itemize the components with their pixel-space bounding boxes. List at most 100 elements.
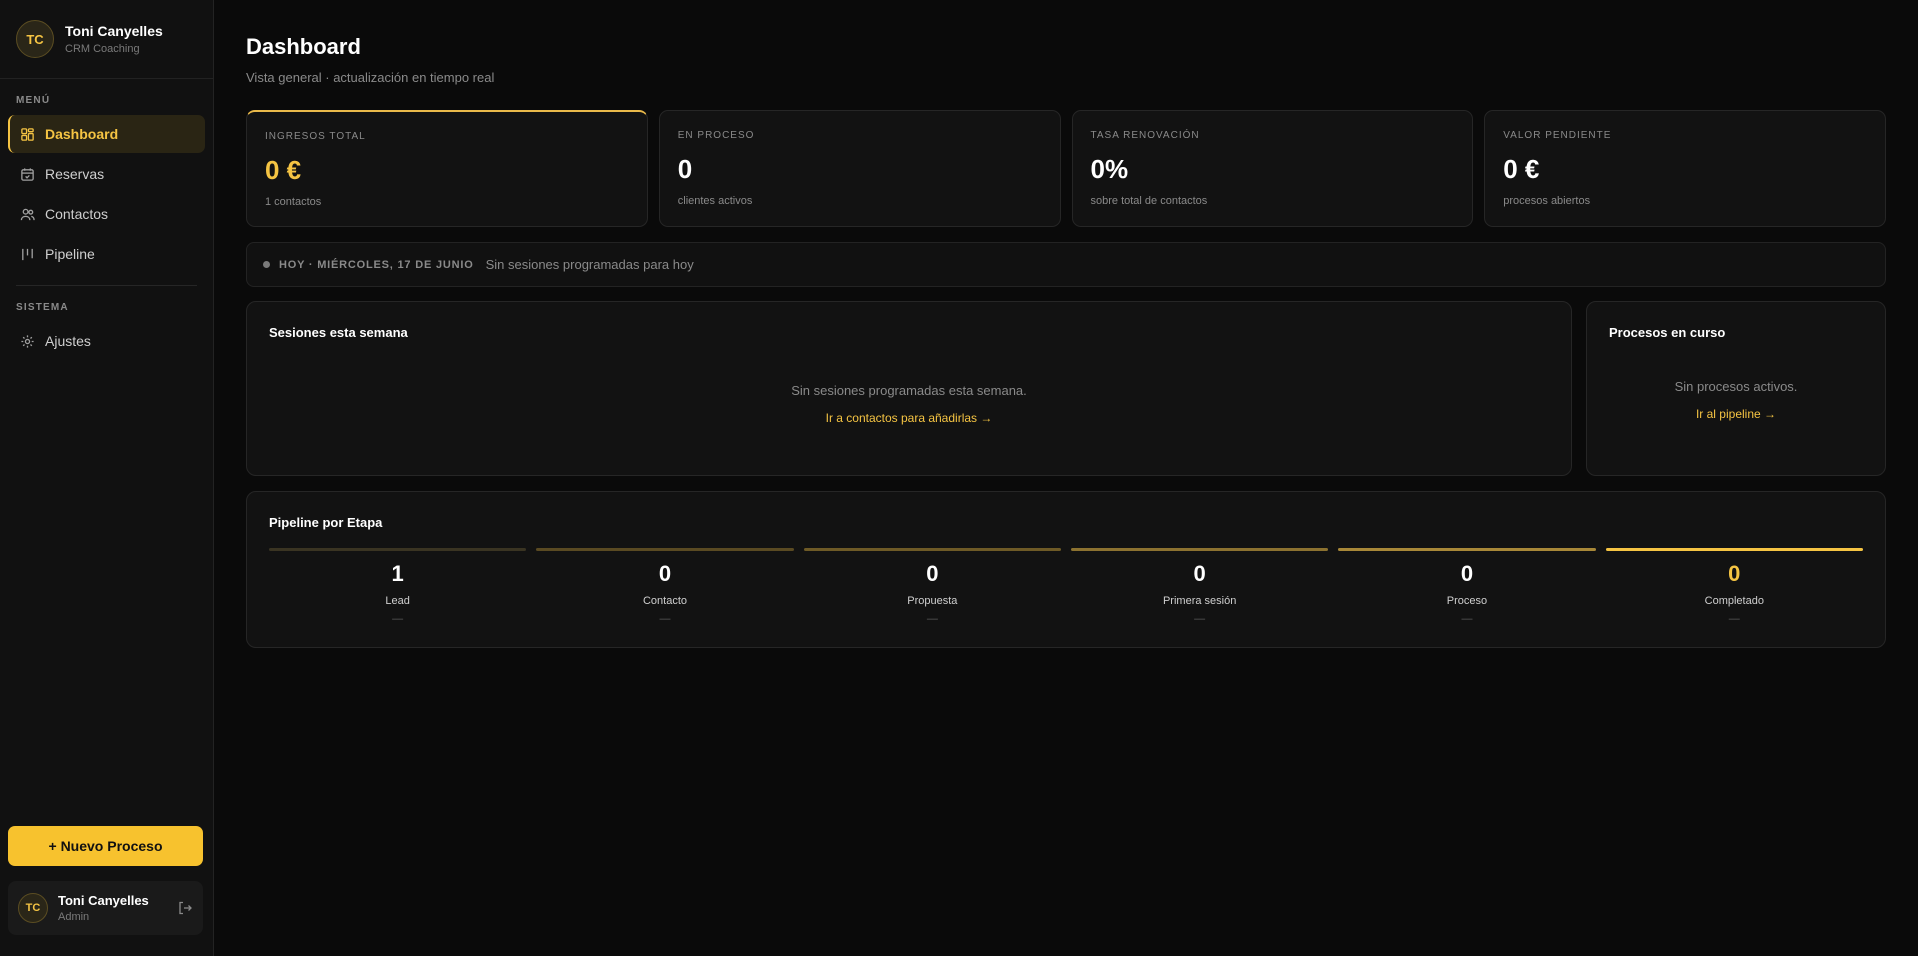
stage-count: 0 [1460,561,1474,586]
stage-extra: — [1461,613,1473,625]
stat-card-en-proceso: EN PROCESO 0 clientes activos [658,110,1061,227]
pipeline-stage[interactable]: 1 Lead — [269,548,527,625]
sessions-empty-state: Sin sesiones programadas esta semana. Ir… [247,383,1571,425]
stat-value: 0 [677,154,693,184]
stat-sub: procesos abiertos [1503,195,1591,207]
stat-label: VALOR PENDIENTE [1503,130,1612,141]
stat-value: 0 € [265,155,302,185]
panel-title: Procesos en curso [1609,325,1726,340]
go-to-contacts-link[interactable]: Ir a contactos para añadirlas → [247,411,1571,425]
users-icon [20,207,35,222]
stat-sub: 1 contactos [265,196,322,208]
gear-icon [20,334,35,349]
stat-label: INGRESOS TOTAL [265,131,366,142]
stage-count: 0 [926,561,939,586]
brand-avatar: TC [16,20,54,58]
stage-name: Completado [1704,595,1764,607]
sidebar-item-pipeline[interactable]: Pipeline [8,235,205,273]
today-label: HOY · MIÉRCOLES, 17 DE JUNIO [279,258,474,271]
empty-text: Sin procesos activos. [1674,379,1798,394]
panel-title: Sesiones esta semana [269,325,408,340]
stat-sub: clientes activos [677,195,753,207]
page-subtitle: Vista general · actualización en tiempo … [246,70,495,85]
grid-icon [20,127,35,142]
stage-bar [803,548,1061,551]
stage-count: 1 [391,561,404,586]
sidebar-item-label: Reservas [45,166,105,182]
pipeline-stage[interactable]: 0 Propuesta — [803,548,1061,625]
stat-card-tasa-renovacion: TASA RENOVACIÓN 0% sobre total de contac… [1071,110,1474,227]
sidebar-item-contactos[interactable]: Contactos [8,195,205,233]
stage-extra: — [1728,613,1740,625]
user-name: Toni Canyelles [58,893,149,908]
stage-extra: — [1194,613,1206,625]
sidebar-divider [16,285,197,286]
stat-value: 0 € [1503,154,1540,184]
panels-row: Sesiones esta semana Sin sesiones progra… [246,301,1886,476]
today-text: Sin sesiones programadas para hoy [485,257,694,272]
pipeline-stage[interactable]: 0 Completado — [1605,548,1863,625]
stage-bar [269,548,527,551]
pipeline-stages: 1 Lead — 0 Contacto — 0 Propuesta — 0 Pr… [247,548,1885,625]
stat-label: EN PROCESO [677,130,755,141]
new-process-button[interactable]: + Nuevo Proceso [8,826,203,866]
stage-count: 0 [1193,561,1206,586]
user-avatar: TC [18,893,48,923]
stat-card-ingresos: INGRESOS TOTAL 0 € 1 contactos [246,110,648,227]
sidebar-item-reservas[interactable]: Reservas [8,155,205,193]
system-section-label: SISTEMA [16,302,69,313]
today-banner: HOY · MIÉRCOLES, 17 DE JUNIO Sin sesione… [246,242,1886,287]
page-title: Dashboard [246,34,361,59]
brand: TC Toni Canyelles CRM Coaching [0,0,213,79]
stage-extra: — [392,613,404,625]
go-to-pipeline-link[interactable]: Ir al pipeline → [1587,407,1885,421]
pipeline-stage[interactable]: 0 Proceso — [1338,548,1596,625]
stage-name: Primera sesión [1162,595,1237,607]
processes-empty-state: Sin procesos activos. Ir al pipeline → [1587,379,1885,421]
app-root: TC Toni Canyelles CRM Coaching MENÚ Dash… [0,0,1918,956]
sidebar-item-label: Ajustes [45,333,91,349]
stats-row: INGRESOS TOTAL 0 € 1 contactos EN PROCES… [246,110,1886,227]
pipeline-stage[interactable]: 0 Contacto — [536,548,794,625]
sessions-panel: Sesiones esta semana Sin sesiones progra… [246,301,1572,476]
stage-extra: — [926,613,938,625]
menu-section-label: MENÚ [16,95,51,106]
sidebar-item-label: Contactos [45,206,109,222]
stage-bar [1605,548,1863,551]
stage-name: Contacto [642,595,687,607]
stat-value: 0% [1090,154,1129,184]
brand-name: Toni Canyelles [65,23,163,39]
empty-text: Sin sesiones programadas esta semana. [791,383,1027,398]
logout-icon[interactable] [177,900,193,916]
sidebar-item-label: Pipeline [45,246,95,262]
pipeline-stage[interactable]: 0 Primera sesión — [1070,548,1329,625]
processes-panel: Procesos en curso Sin procesos activos. … [1586,301,1886,476]
panel-title: Pipeline por Etapa [269,515,383,530]
stage-bar [536,548,794,551]
stat-card-valor-pendiente: VALOR PENDIENTE 0 € procesos abiertos [1484,110,1886,227]
status-dot-icon [263,261,270,268]
main-content: Dashboard Vista general · actualización … [214,0,1918,956]
user-card: TC Toni Canyelles Admin [8,881,203,935]
brand-text: Toni Canyelles CRM Coaching [65,23,163,55]
stage-name: Propuesta [907,595,958,607]
stat-sub: sobre total de contactos [1090,195,1208,207]
stage-name: Proceso [1446,595,1488,607]
sidebar-item-ajustes[interactable]: Ajustes [8,322,205,360]
stage-bar [1338,548,1596,551]
stat-label: TASA RENOVACIÓN [1090,130,1200,141]
stage-bar [1070,548,1329,551]
sidebar: TC Toni Canyelles CRM Coaching MENÚ Dash… [0,0,214,956]
user-role: Admin [58,911,90,923]
brand-subtitle: CRM Coaching [65,43,140,55]
stage-count: 0 [658,561,672,586]
stage-extra: — [659,613,671,625]
stage-count: 0 [1728,561,1741,586]
user-info: Toni Canyelles Admin [58,893,177,923]
sidebar-item-label: Dashboard [45,126,119,142]
sidebar-item-dashboard[interactable]: Dashboard [8,115,205,153]
pipeline-icon [20,247,35,262]
stage-name: Lead [385,595,410,607]
calendar-icon [20,167,35,182]
pipeline-panel: Pipeline por Etapa 1 Lead — 0 Contacto —… [246,491,1886,648]
